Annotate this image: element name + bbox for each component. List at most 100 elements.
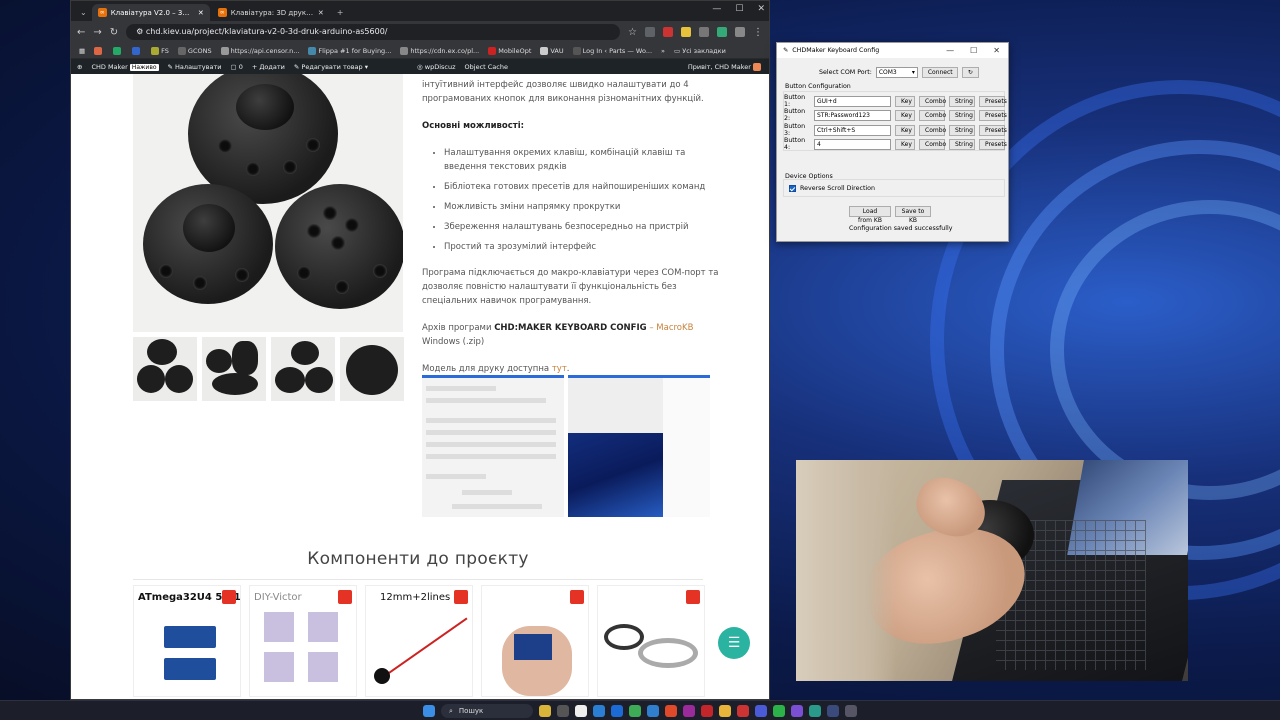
extension-icon[interactable] xyxy=(663,27,673,37)
viber-icon[interactable] xyxy=(791,704,803,717)
load-from-kb-button[interactable]: Load from KB xyxy=(849,206,891,224)
whatsapp-icon[interactable] xyxy=(773,704,785,717)
app-icon[interactable] xyxy=(611,704,623,717)
extension-icon[interactable] xyxy=(735,27,745,37)
tab-klaviatura-v2[interactable]: ∞ Клавіатура V2.0 – 3D друк, Ard ✕ xyxy=(91,4,210,21)
presets-button[interactable]: Presets xyxy=(979,95,1007,107)
app-icon[interactable] xyxy=(755,704,767,717)
site-info-icon[interactable]: ⚙ xyxy=(136,27,146,36)
wp-site-link[interactable]: CHD Maker Наживо xyxy=(91,63,159,71)
bookmark-icon[interactable] xyxy=(132,46,141,55)
app-icon[interactable] xyxy=(827,704,839,717)
bookmark-item[interactable]: https://cdn.ex.co/pl... xyxy=(400,46,479,55)
app-icon[interactable] xyxy=(557,704,569,717)
string-button[interactable]: String xyxy=(949,138,975,150)
connect-button[interactable]: Connect xyxy=(921,67,958,78)
screenshot-image[interactable] xyxy=(422,375,564,517)
string-button[interactable]: String xyxy=(949,109,975,121)
maximize-icon[interactable]: ☐ xyxy=(970,46,977,55)
file-explorer-icon[interactable] xyxy=(539,704,551,717)
reload-icon[interactable]: ↻ xyxy=(110,27,118,38)
wp-edit-product-link[interactable]: ✎ Редагувати товар ▾ xyxy=(294,63,368,71)
wp-customize-link[interactable]: ✎ Налаштувати xyxy=(168,63,222,71)
presets-button[interactable]: Presets xyxy=(979,138,1007,150)
presets-button[interactable]: Presets xyxy=(979,109,1007,121)
wp-account-link[interactable]: Привіт, CHD Maker xyxy=(688,62,763,71)
maximize-icon[interactable]: ☐ xyxy=(735,4,743,14)
key-button[interactable]: Key xyxy=(895,95,915,107)
combo-button[interactable]: Combo xyxy=(919,95,946,107)
product-thumbnail[interactable] xyxy=(340,337,404,401)
string-button[interactable]: String xyxy=(949,124,975,136)
product-thumbnail[interactable] xyxy=(133,337,197,401)
start-windows-icon[interactable] xyxy=(423,704,435,717)
new-tab-button[interactable]: + xyxy=(332,4,349,21)
bookmark-item[interactable]: FS xyxy=(151,46,169,55)
bookmark-item[interactable]: VAU xyxy=(540,46,564,55)
minimize-icon[interactable]: — xyxy=(946,46,954,55)
screenshot-image[interactable] xyxy=(568,375,710,517)
chrome-icon[interactable] xyxy=(665,704,677,717)
app-icon[interactable] xyxy=(593,704,605,717)
menu-dots-icon[interactable]: ⋮ xyxy=(753,27,763,38)
tab-search-icon[interactable]: ⌄ xyxy=(75,4,92,21)
app-icon[interactable] xyxy=(629,704,641,717)
taskbar-search[interactable]: ⌕ Пошук xyxy=(441,703,533,718)
component-card[interactable]: 12mm+2lines xyxy=(365,585,473,697)
settings-gear-icon[interactable] xyxy=(845,704,857,717)
reverse-scroll-option[interactable]: Reverse Scroll Direction xyxy=(789,185,875,192)
address-bar[interactable]: ⚙ chd.kiev.ua/project/klaviatura-v2-0-3d… xyxy=(126,24,621,40)
filezilla-icon[interactable] xyxy=(701,704,713,717)
minimize-icon[interactable]: — xyxy=(712,4,721,14)
combo-button[interactable]: Combo xyxy=(919,124,946,136)
back-icon[interactable]: ← xyxy=(77,27,85,38)
bookmark-item[interactable]: MobileOpt xyxy=(488,46,531,55)
macrokb-link[interactable]: MacroKB xyxy=(656,323,693,333)
object-cache-link[interactable]: Object Cache xyxy=(465,63,508,71)
extension-icon[interactable] xyxy=(717,27,727,37)
app-icon[interactable] xyxy=(683,704,695,717)
wp-add-new-link[interactable]: + Додати xyxy=(252,63,285,71)
close-tab-icon[interactable]: ✕ xyxy=(318,9,324,17)
wpdiscuz-link[interactable]: ◎ wpDiscuz xyxy=(417,63,456,71)
string-button[interactable]: String xyxy=(949,95,975,107)
key-button[interactable]: Key xyxy=(895,138,915,150)
reverse-scroll-checkbox[interactable] xyxy=(789,185,796,192)
close-window-icon[interactable]: ✕ xyxy=(757,4,765,14)
app-icon[interactable] xyxy=(737,704,749,717)
more-bookmarks-icon[interactable]: » xyxy=(661,47,665,55)
refresh-button[interactable]: ↻ xyxy=(961,67,979,78)
product-thumbnail[interactable] xyxy=(202,337,266,401)
product-thumbnail[interactable] xyxy=(271,337,335,401)
component-card[interactable] xyxy=(597,585,705,697)
combo-button[interactable]: Combo xyxy=(919,109,946,121)
extension-icon[interactable] xyxy=(681,27,691,37)
button-2-input[interactable]: STR:Password123 xyxy=(814,109,891,121)
component-card[interactable]: ATmega32U4 5V/1 xyxy=(133,585,241,697)
bookmarks-folder[interactable]: ▭ Усі закладки xyxy=(674,47,726,55)
model-link[interactable]: тут xyxy=(552,364,567,374)
bookmark-item[interactable]: GCONS xyxy=(177,46,212,55)
close-tab-icon[interactable]: ✕ xyxy=(198,9,204,17)
component-card[interactable] xyxy=(481,585,589,697)
button-1-input[interactable]: GUI+d xyxy=(814,95,891,107)
component-card[interactable]: DIY-Victor xyxy=(249,585,357,697)
key-button[interactable]: Key xyxy=(895,109,915,121)
extension-icon[interactable] xyxy=(699,27,709,37)
bookmark-icon[interactable] xyxy=(94,46,103,55)
wordpress-icon[interactable]: ⊕ xyxy=(77,63,82,71)
combo-button[interactable]: Combo xyxy=(919,138,946,150)
app-icon[interactable] xyxy=(809,704,821,717)
apps-grid-icon[interactable]: ▦ xyxy=(79,47,85,55)
key-button[interactable]: Key xyxy=(895,124,915,136)
app-icon[interactable] xyxy=(719,704,731,717)
com-port-select[interactable]: COM3 ▾ xyxy=(875,67,918,78)
button-4-input[interactable]: 4 xyxy=(814,138,891,150)
product-main-image[interactable] xyxy=(133,74,403,332)
chat-bubble-button[interactable]: ☰ xyxy=(718,627,750,659)
tab-klaviatura-arduino[interactable]: ∞ Клавіатура: 3D друк + Arduino ✕ xyxy=(212,4,330,21)
bookmark-star-icon[interactable]: ☆ xyxy=(628,27,637,38)
bookmark-item[interactable]: Flippa #1 for Buying... xyxy=(308,46,391,55)
extension-icon[interactable] xyxy=(645,27,655,37)
app-icon[interactable] xyxy=(647,704,659,717)
